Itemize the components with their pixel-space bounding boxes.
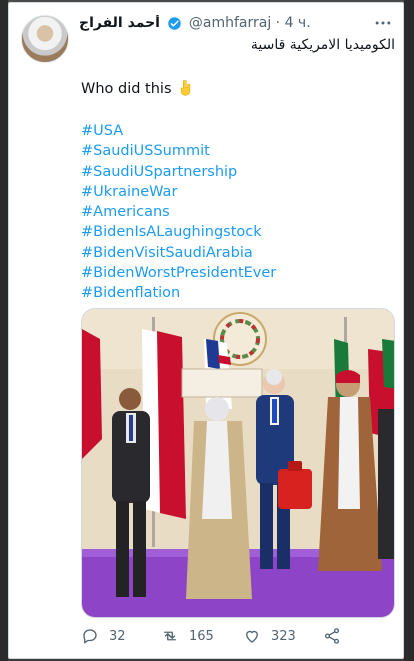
tweet-body-label: Who did this (81, 81, 172, 97)
hashtag-link[interactable]: #BidenWorstPresidentEver (81, 263, 276, 283)
heart-icon (246, 630, 258, 643)
background-left-edge (0, 0, 8, 661)
hashtag-link[interactable]: #BidenVisitSaudiArabia (81, 243, 276, 263)
summit-photo-illustration (82, 309, 394, 617)
hashtag-list: #USA #SaudiUSSummit #SaudiUSpartnership … (81, 121, 276, 304)
tweet-photo[interactable] (81, 308, 395, 618)
tweet-actions: 32 165 323 (81, 623, 381, 649)
hashtag-link[interactable]: #UkraineWar (81, 182, 276, 202)
hashtag-link[interactable]: #SaudiUSSummit (81, 141, 276, 161)
hashtag-link[interactable]: #SaudiUSpartnership (81, 162, 276, 182)
timestamp[interactable]: 4 ч. (285, 15, 311, 31)
avatar[interactable] (21, 15, 69, 63)
tweet-text-arabic: الكوميديا الامريكية قاسية (250, 37, 395, 53)
hashtag-link[interactable]: #Americans (81, 202, 276, 222)
share-button[interactable] (323, 623, 351, 649)
reply-count: 32 (109, 628, 126, 644)
verified-badge-icon (168, 16, 182, 30)
like-button[interactable]: 323 (243, 623, 296, 649)
hashtag-link[interactable]: #USA (81, 121, 276, 141)
tweet-header: أحمد الفراج @amhfarraj · 4 ч. (79, 15, 395, 39)
reply-icon (83, 629, 97, 644)
handle[interactable]: @amhfarraj (189, 15, 271, 31)
display-name[interactable]: أحمد الفراج (79, 15, 160, 31)
retweet-count: 165 (189, 628, 214, 644)
tweet-text: Who did this (81, 80, 193, 97)
retweet-icon (164, 631, 176, 641)
pointing-down-emoji-icon (180, 80, 191, 96)
tweet-card[interactable]: أحمد الفراج @amhfarraj · 4 ч. الكوميديا … (8, 2, 404, 659)
hashtag-link[interactable]: #BidenIsALaughingstock (81, 222, 276, 242)
like-count: 323 (271, 628, 296, 644)
retweet-button[interactable]: 165 (161, 623, 214, 649)
hashtag-link[interactable]: #Bidenflation (81, 283, 276, 303)
reply-button[interactable]: 32 (81, 623, 126, 649)
share-icon (324, 628, 340, 644)
separator: · (275, 15, 281, 31)
background-right-edge (404, 0, 414, 661)
more-options-icon[interactable] (373, 13, 393, 33)
